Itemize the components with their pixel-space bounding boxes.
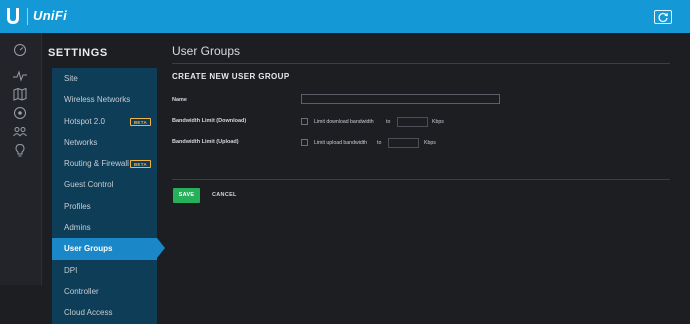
app-brand: UniFi (33, 8, 67, 23)
settings-menu-item[interactable]: Site (52, 68, 157, 90)
page-title: User Groups (172, 44, 241, 58)
ubiquiti-logo-icon[interactable] (6, 7, 20, 25)
upload-to-label: to (377, 140, 382, 146)
settings-menu-item[interactable]: Hotspot 2.0 BETA (52, 110, 157, 132)
upload-limit-label: Bandwidth Limit (Upload) (172, 139, 239, 145)
settings-menu-item-label: Admins (64, 223, 91, 233)
settings-menu-item-label: Site (64, 74, 78, 83)
download-to-label: to (386, 119, 391, 125)
divider (172, 179, 670, 180)
beta-badge: BETA (129, 117, 151, 126)
map-icon[interactable] (12, 87, 28, 101)
insights-icon[interactable] (12, 143, 28, 157)
devices-icon[interactable] (12, 106, 28, 120)
name-input[interactable] (301, 94, 500, 104)
upload-bandwidth-input[interactable] (388, 138, 419, 148)
topbar-divider (27, 8, 28, 25)
refresh-icon (658, 12, 668, 23)
settings-menu-item-label: DPI (64, 265, 78, 275)
limit-upload-checkbox[interactable] (301, 139, 308, 146)
settings-menu-item[interactable]: Profiles (52, 195, 157, 218)
limit-download-checkbox[interactable] (301, 118, 308, 125)
settings-menu-item-label: User Groups (64, 244, 113, 254)
refresh-button[interactable] (654, 10, 672, 24)
settings-menu-item[interactable]: Guest Control (52, 174, 157, 196)
settings-menu-item-label: Cloud Access (64, 308, 113, 318)
settings-menu-item[interactable]: Networks (52, 131, 157, 154)
settings-title: SETTINGS (48, 47, 108, 59)
settings-menu-item-label: Hotspot 2.0 (64, 116, 105, 126)
settings-menu-item-label: Routing & Firewall (64, 159, 129, 169)
limit-upload-checkbox-label: Limit upload bandwidth (314, 140, 368, 146)
settings-menu: Site Wireless Networks Hotspot 2.0 BETA Netw… (52, 68, 165, 324)
settings-menu-item[interactable]: Routing & Firewall BETA (52, 153, 157, 175)
settings-menu-item-label: Profiles (64, 201, 91, 211)
section-title: CREATE NEW USER GROUP (172, 72, 290, 81)
settings-menu-item[interactable]: Cloud Access (52, 302, 157, 324)
download-bandwidth-input[interactable] (397, 117, 428, 127)
top-bar: UniFi (0, 0, 690, 33)
divider (172, 63, 670, 64)
save-button[interactable]: SAVE (173, 188, 200, 203)
settings-menu-item[interactable]: Admins (52, 217, 157, 239)
dashboard-icon[interactable] (12, 43, 28, 57)
settings-menu-item[interactable]: DPI (52, 259, 157, 281)
settings-menu-item-label: Networks (64, 137, 98, 147)
settings-menu-item[interactable]: Controller (52, 280, 157, 303)
download-unit: Kbps (432, 119, 444, 125)
download-limit-label: Bandwidth Limit (Download) (172, 118, 247, 124)
clients-icon[interactable] (12, 125, 28, 139)
settings-menu-item-label: Guest Control (64, 180, 114, 190)
upload-unit: Kbps (424, 140, 436, 146)
settings-menu-item-label: Controller (64, 286, 99, 296)
cancel-button[interactable]: CANCEL (212, 188, 237, 203)
settings-menu-item[interactable]: Wireless Networks (52, 89, 157, 111)
statistics-icon[interactable] (12, 69, 28, 83)
settings-menu-item[interactable]: User Groups (52, 238, 165, 260)
settings-menu-item-label: Wireless Networks (64, 95, 131, 105)
left-icon-nav (0, 33, 42, 285)
beta-badge: BETA (129, 160, 151, 169)
name-label: Name (172, 97, 187, 103)
limit-download-checkbox-label: Limit download bandwidth (314, 119, 374, 125)
